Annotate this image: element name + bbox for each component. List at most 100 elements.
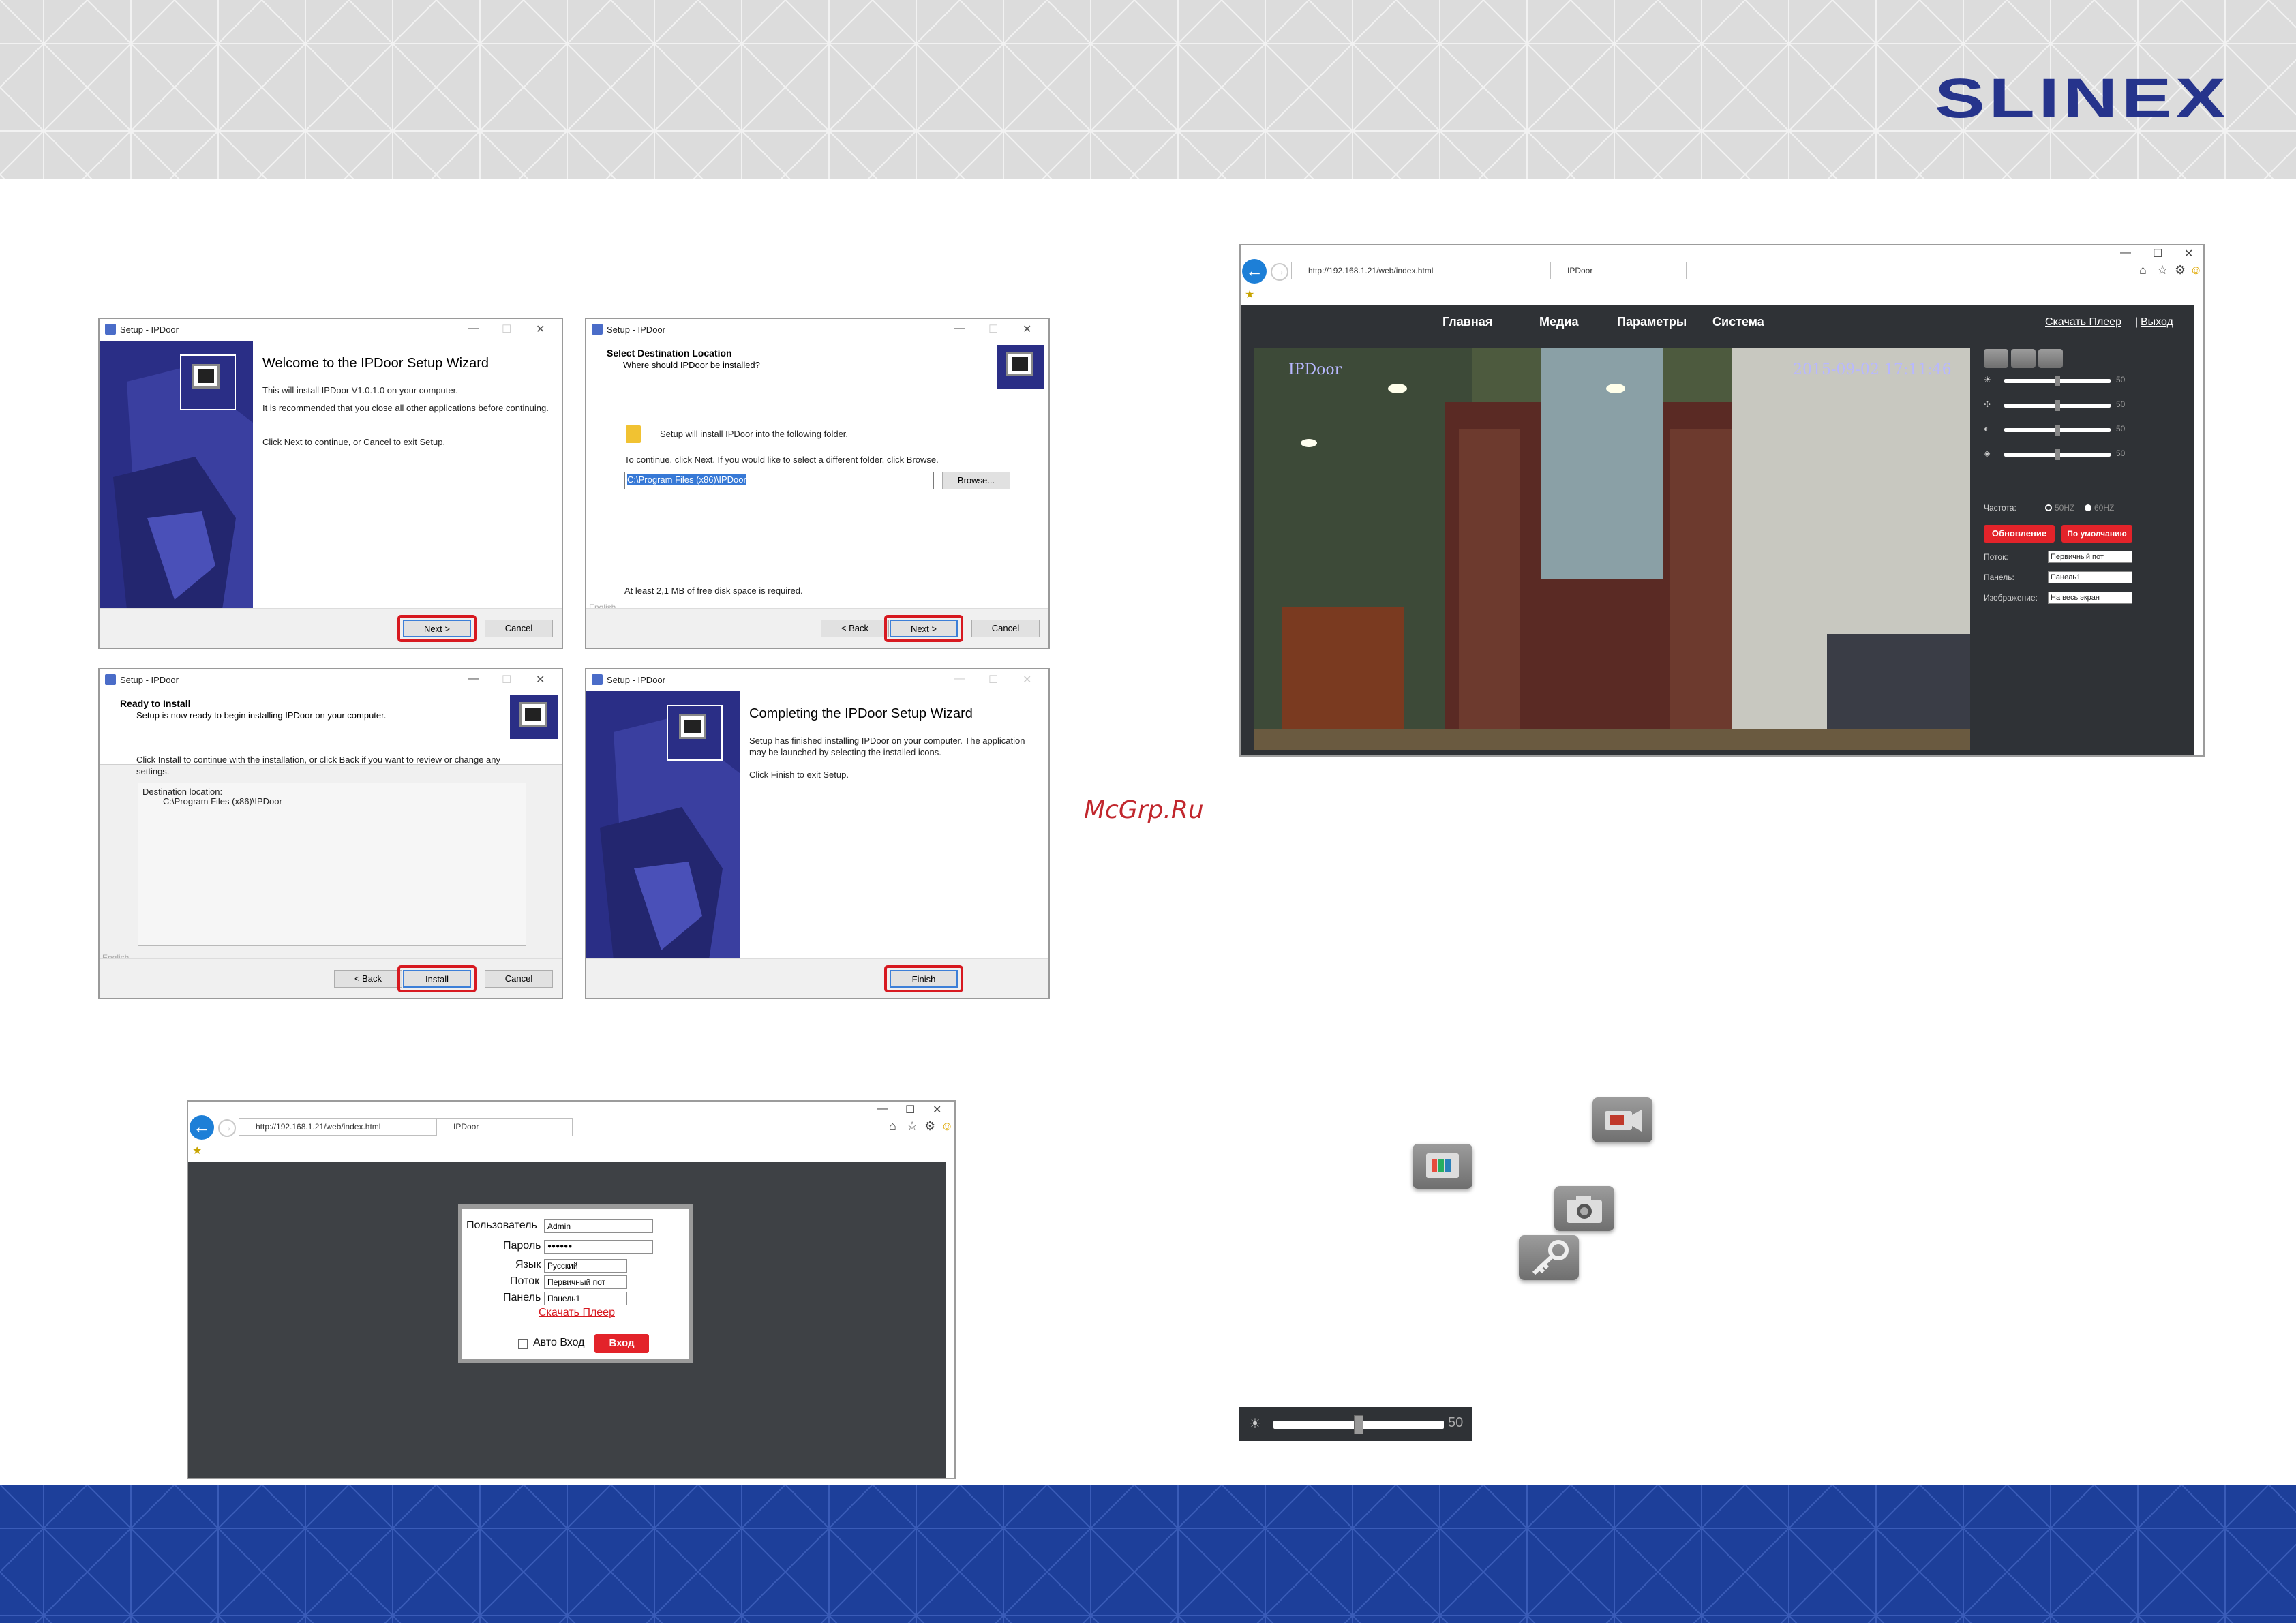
window-title: Setup - IPDoor <box>120 324 179 335</box>
star-icon[interactable]: ☆ <box>907 1119 918 1134</box>
slider-knob[interactable] <box>2055 376 2060 386</box>
cancel-button[interactable]: Cancel <box>485 970 553 988</box>
smiley-icon[interactable]: ☺ <box>2190 263 2202 277</box>
back-button[interactable]: < Back <box>821 620 889 637</box>
forward-arrow-icon[interactable]: → <box>1271 263 1288 281</box>
scrollbar[interactable] <box>946 1162 954 1478</box>
favorites-icon[interactable]: ★ <box>192 1144 202 1157</box>
maximize-icon[interactable]: ☐ <box>905 1103 915 1117</box>
close-icon[interactable]: ✕ <box>2184 247 2193 260</box>
stream-select[interactable]: Первичный пот <box>2048 551 2132 563</box>
slider-knob[interactable] <box>2055 425 2060 436</box>
freq-50-radio[interactable] <box>2045 504 2052 511</box>
sharpness-icon: ◈ <box>1984 449 1991 458</box>
logout-link[interactable]: Выход <box>2141 316 2173 329</box>
camera-icon[interactable] <box>2011 349 2036 368</box>
summary-memo[interactable]: Destination location: C:\Program Files (… <box>138 783 526 946</box>
minimize-icon[interactable]: — <box>2120 247 2131 259</box>
refresh-button[interactable]: Обновление <box>1984 525 2055 543</box>
password-input[interactable]: ●●●●●● <box>544 1240 653 1254</box>
install-path-input[interactable]: C:\Program Files (x86)\IPDoor <box>627 474 746 485</box>
slider-knob[interactable] <box>2055 400 2060 411</box>
language-select[interactable]: Русский <box>544 1259 627 1273</box>
scrollbar[interactable] <box>2194 305 2203 755</box>
home-icon[interactable]: ⌂ <box>2139 263 2147 277</box>
freq-60-radio[interactable] <box>2085 504 2091 511</box>
download-player-link[interactable]: Скачать Плеер <box>2045 316 2121 329</box>
user-label: Пользователь <box>466 1219 537 1231</box>
maximize-icon[interactable]: ☐ <box>988 673 998 686</box>
camera-icon <box>1554 1186 1614 1231</box>
browse-button[interactable]: Browse... <box>942 472 1010 489</box>
setup-app-icon <box>105 324 116 335</box>
star-icon[interactable]: ☆ <box>2157 263 2168 277</box>
wizard-text: Click Next to continue, or Cancel to exi… <box>262 437 446 447</box>
brightness-knob[interactable] <box>1354 1415 1363 1434</box>
smiley-icon[interactable]: ☺ <box>941 1119 953 1134</box>
highlight-box <box>884 965 963 992</box>
minimize-icon[interactable]: — <box>954 322 965 335</box>
main-nav: Главная Медиа Параметры Система Скачать … <box>1241 305 2194 342</box>
cancel-button[interactable]: Cancel <box>485 620 553 637</box>
setup-complete-dialog: Setup - IPDoor — ☐ ✕ Completing the IPDoor… <box>585 668 1050 999</box>
record-video-icon <box>1592 1097 1652 1142</box>
default-button[interactable]: По умолчанию <box>2061 525 2132 543</box>
maximize-icon[interactable]: ☐ <box>988 322 998 336</box>
back-arrow-icon[interactable]: ← <box>1242 259 1267 284</box>
home-icon[interactable]: ⌂ <box>889 1119 896 1134</box>
auto-login-checkbox[interactable] <box>518 1339 528 1349</box>
gear-icon[interactable]: ⚙ <box>2175 263 2186 277</box>
back-arrow-icon[interactable]: ← <box>190 1115 214 1140</box>
browser-tab[interactable]: IPDoor <box>436 1118 573 1136</box>
minimize-icon[interactable]: — <box>877 1103 888 1115</box>
close-icon[interactable]: ✕ <box>933 1103 941 1117</box>
disk-space-text: At least 2,1 MB of free disk space is re… <box>624 586 803 596</box>
step-subheading: Setup is now ready to begin installing I… <box>136 710 387 721</box>
browser-tab[interactable]: IPDoor <box>1550 262 1687 279</box>
address-bar[interactable]: http://192.168.1.21/web/index.html <box>1291 262 1564 279</box>
nav-item-system[interactable]: Система <box>1712 315 1764 329</box>
nav-item-media[interactable]: Медиа <box>1539 315 1579 329</box>
back-button[interactable]: < Back <box>334 970 402 988</box>
osd-timestamp: 2015-09-02 17:11:46 <box>1793 361 1952 378</box>
maximize-icon[interactable]: ☐ <box>502 322 511 336</box>
close-icon[interactable]: ✕ <box>536 673 545 686</box>
record-video-icon[interactable] <box>1984 349 2008 368</box>
setup-destination-dialog: Setup - IPDoor — ☐ ✕ Select Destination Lo… <box>585 318 1050 649</box>
cancel-button[interactable]: Cancel <box>971 620 1040 637</box>
maximize-icon[interactable]: ☐ <box>2153 247 2162 260</box>
slider-knob[interactable] <box>2055 449 2060 460</box>
forward-arrow-icon[interactable]: → <box>218 1119 236 1137</box>
step-text: Setup will install IPDoor into the follo… <box>660 429 849 439</box>
wizard-text: Setup has finished installing IPDoor on … <box>749 735 1025 757</box>
nav-item-parameters[interactable]: Параметры <box>1617 315 1687 329</box>
stream-label: Поток <box>510 1275 540 1287</box>
close-icon[interactable]: ✕ <box>1023 673 1031 686</box>
screen-record-icon <box>1413 1144 1472 1189</box>
login-form: Пользователь Admin Пароль ●●●●●● Язык Ру… <box>458 1204 693 1363</box>
slider-value: 50 <box>2116 399 2126 409</box>
close-icon[interactable]: ✕ <box>1023 322 1031 336</box>
frequency-label: Частота: <box>1984 503 2016 513</box>
maximize-icon[interactable]: ☐ <box>502 673 511 686</box>
minimize-icon[interactable]: — <box>468 673 479 685</box>
minimize-icon[interactable]: — <box>954 673 965 685</box>
panel-select[interactable]: Панель1 <box>544 1292 627 1305</box>
login-page-bg: Пользователь Admin Пароль ●●●●●● Язык Ру… <box>188 1162 946 1478</box>
minimize-icon[interactable]: — <box>468 322 479 335</box>
brightness-slider-example: ☀ 50 <box>1239 1407 1472 1441</box>
gear-icon[interactable]: ⚙ <box>924 1119 935 1134</box>
camera-video-feed: IPDoor 2015-09-02 17:11:46 <box>1254 348 1970 750</box>
key-icon[interactable] <box>2038 349 2063 368</box>
panel-select[interactable]: Панель1 <box>2048 571 2132 583</box>
stream-select[interactable]: Первичный пот <box>544 1275 627 1289</box>
user-input[interactable]: Admin <box>544 1219 653 1233</box>
login-button[interactable]: Вход <box>594 1334 649 1353</box>
image-select[interactable]: На весь экран <box>2048 592 2132 604</box>
window-title: Setup - IPDoor <box>120 675 179 685</box>
close-icon[interactable]: ✕ <box>536 322 545 336</box>
download-player-link[interactable]: Скачать Плеер <box>539 1307 615 1319</box>
favorites-icon[interactable]: ★ <box>1245 288 1254 301</box>
nav-item-home[interactable]: Главная <box>1442 315 1492 329</box>
login-browser-window: — ☐ ✕ ← → http://192.168.1.21/web/index.… <box>187 1100 956 1479</box>
